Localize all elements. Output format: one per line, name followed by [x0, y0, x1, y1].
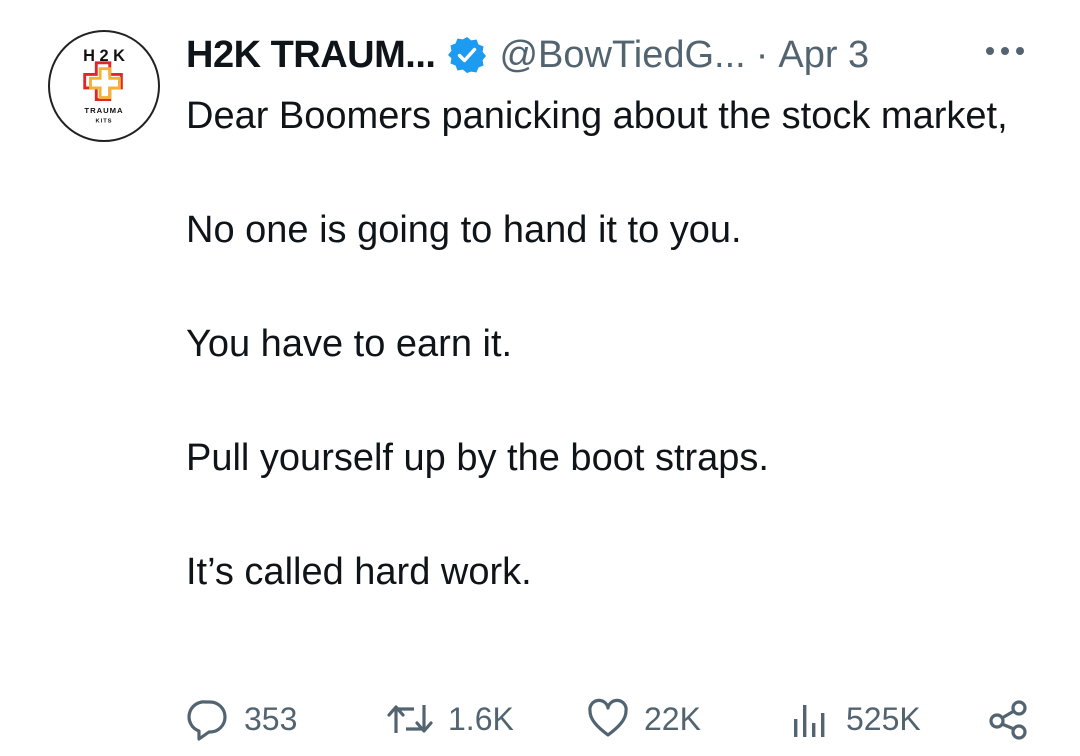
views-button[interactable]: 525K [788, 694, 921, 744]
logo-bottom-text: TRAUMA [84, 106, 123, 115]
tweet-paragraph: Dear Boomers panicking about the stock m… [186, 95, 1008, 137]
share-icon [986, 697, 1030, 741]
cross-logo-icon [83, 61, 123, 101]
heart-icon [586, 697, 630, 741]
reply-icon [186, 697, 230, 741]
tweet-header: H2K TRAUM... @BowTiedG... · Apr 3 [186, 28, 1036, 82]
h2k-trauma-kits-logo: H 2 K TRAUMA KITS [83, 47, 125, 125]
tweet-paragraph: You have to earn it. [186, 323, 513, 365]
views-bar-chart-icon [788, 697, 832, 741]
retweet-icon [386, 697, 434, 741]
display-name[interactable]: H2K TRAUM... [186, 34, 436, 77]
more-options-icon[interactable] [982, 36, 1028, 66]
like-count: 22K [644, 700, 701, 737]
logo-bottom-text-2: KITS [96, 119, 113, 125]
like-button[interactable]: 22K [586, 694, 701, 744]
reply-button[interactable]: 353 [186, 694, 297, 744]
retweet-button[interactable]: 1.6K [386, 694, 514, 744]
reply-count: 353 [244, 700, 298, 737]
header-separator: · [755, 33, 769, 76]
tweet-paragraph: It’s called hard work. [186, 551, 532, 593]
verified-badge-icon[interactable] [447, 35, 487, 75]
tweet-actions: 353 1.6K 22K 525K [186, 694, 1046, 744]
views-count: 525K [846, 700, 921, 737]
share-button[interactable] [986, 694, 1030, 744]
tweet-date[interactable]: Apr 3 [778, 34, 869, 77]
author-handle[interactable]: @BowTiedG... [499, 34, 745, 77]
tweet-paragraph: Pull yourself up by the boot straps. [186, 437, 769, 479]
retweet-count: 1.6K [448, 700, 514, 737]
tweet-card[interactable]: H 2 K TRAUMA KITS H2K TRAUM... @BowTiedG… [0, 0, 1080, 756]
avatar[interactable]: H 2 K TRAUMA KITS [48, 30, 160, 142]
tweet-text: Dear Boomers panicking about the stock m… [186, 88, 1046, 601]
tweet-paragraph: No one is going to hand it to you. [186, 209, 742, 251]
